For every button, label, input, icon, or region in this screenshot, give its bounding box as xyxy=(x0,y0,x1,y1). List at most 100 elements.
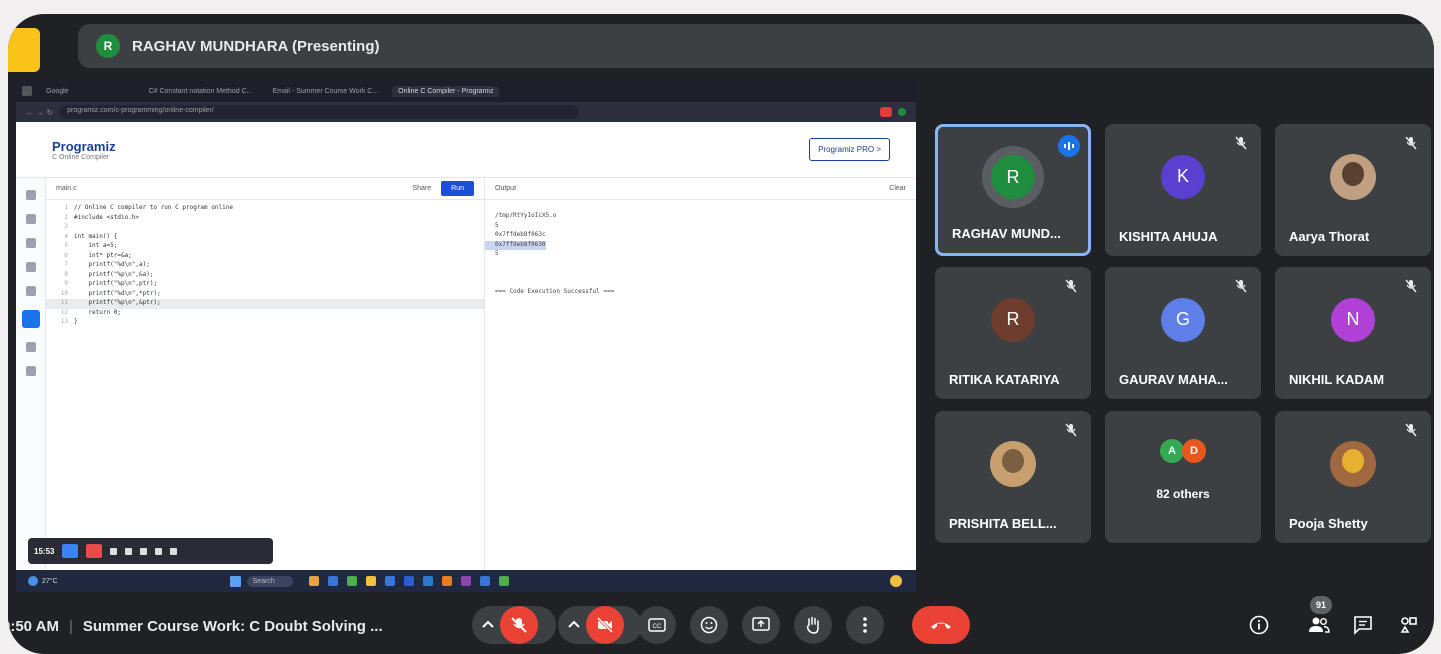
present-icon xyxy=(752,617,770,631)
participant-photo xyxy=(1330,440,1376,487)
chat-icon xyxy=(1354,616,1372,635)
code-text: printf("%d\n",*ptr); xyxy=(74,289,161,297)
code-line: 12 return 0; xyxy=(46,309,484,319)
output-row xyxy=(485,261,916,271)
code-line: 11 printf("%p\n",&ptr); xyxy=(46,299,484,309)
participant-tile[interactable]: R RITIKA KATARIYA xyxy=(935,267,1091,399)
code-line: 4 int main() { xyxy=(46,233,484,243)
address-bar: ← → ↻ programiz.com/c-programming/online… xyxy=(16,102,916,122)
code-lines: 1 // Online C compiler to run C program o… xyxy=(46,200,484,328)
participant-tile[interactable]: Aarya Thorat xyxy=(1275,124,1431,256)
camera-toggle-button[interactable] xyxy=(586,606,624,644)
chevron-up-icon xyxy=(482,620,494,628)
browser-tab-active: Online C Compiler - Programiz xyxy=(392,85,500,97)
output-label: Output xyxy=(495,185,517,192)
participant-tile[interactable]: A D 82 others xyxy=(1105,411,1261,543)
code-text: int* ptr=&a; xyxy=(74,251,132,259)
code-text: printf("%d\n",a); xyxy=(74,261,150,268)
extension-icon xyxy=(880,107,892,117)
code-line: 7 printf("%d\n",a); xyxy=(46,261,484,271)
others-avatars: AD xyxy=(1160,438,1206,463)
participant-name: KISHITA AHUJA xyxy=(1119,229,1218,244)
code-text: int a=5; xyxy=(74,242,118,249)
end-call-icon xyxy=(931,622,951,629)
code-line: 1 // Online C compiler to run C program o… xyxy=(46,204,484,214)
lang-icon xyxy=(25,214,36,224)
taskbar-app-icon xyxy=(498,576,509,586)
captions-button[interactable]: CC xyxy=(638,606,676,644)
code-editor: main.c Share Run 1 // Online C compiler t… xyxy=(46,178,484,592)
participant-tile[interactable]: K KISHITA AHUJA xyxy=(1105,124,1261,256)
lang-c-icon xyxy=(21,310,40,328)
muted-mic-icon xyxy=(1065,423,1077,437)
participant-avatar: N xyxy=(1331,297,1375,342)
participant-tile[interactable]: R RAGHAV MUND... xyxy=(935,124,1091,256)
people-button[interactable] xyxy=(1306,612,1332,638)
participant-tile[interactable]: N NIKHIL KADAM xyxy=(1275,267,1431,399)
taskbar-app-icon xyxy=(327,576,338,586)
line-number: 10 xyxy=(60,289,68,297)
others-label: 82 others xyxy=(1156,487,1210,501)
muted-mic-icon xyxy=(1235,279,1247,293)
browser-tabs: Google C# Constant notation Method C... … xyxy=(16,80,916,102)
participant-avatar: G xyxy=(1161,297,1205,342)
weather-text: 27°C xyxy=(42,577,58,585)
mail-icon xyxy=(479,576,490,586)
participant-tile[interactable]: G GAURAV MAHA... xyxy=(1105,267,1261,399)
code-line: 13} xyxy=(46,318,484,328)
output-line: === Code Execution Successful === xyxy=(495,288,615,295)
line-number: 9 xyxy=(64,280,68,287)
editor-header: main.c Share Run xyxy=(46,178,484,200)
code-text: printf("%p\n",&a); xyxy=(74,270,154,278)
people-icon xyxy=(1309,617,1330,633)
app-logo xyxy=(8,28,40,72)
windows-taskbar: 27°C Search xyxy=(16,570,916,592)
output-row: /tmp/RtYyIoIcX5.o xyxy=(485,204,916,219)
svg-text:CC: CC xyxy=(653,624,662,630)
meeting-info: 0:50 AM | Summer Course Work: C Doubt Solv… xyxy=(8,618,383,635)
code-text: #include <stdio.h> xyxy=(74,213,140,221)
participant-name: Pooja Shetty xyxy=(1289,516,1368,531)
muted-mic-icon xyxy=(1065,279,1077,293)
line-number: 7 xyxy=(64,261,68,268)
mic-toggle-button[interactable] xyxy=(500,606,538,644)
present-button[interactable] xyxy=(742,606,780,644)
code-line: 2 #include <stdio.h> xyxy=(46,214,484,224)
site-header: Programiz C Online Compiler Programiz PR… xyxy=(16,122,916,178)
output-row: 0x7ffdeb8f0630 xyxy=(485,233,916,250)
meeting-details-button[interactable] xyxy=(1246,612,1272,638)
code-text: printf("%p\n",&ptr); xyxy=(74,299,161,306)
muted-mic-icon xyxy=(1405,136,1417,150)
meeting-time: 0:50 AM xyxy=(8,617,59,635)
muted-mic-icon xyxy=(1235,136,1247,150)
tray-icon xyxy=(890,575,902,587)
file-explorer-icon xyxy=(308,576,319,586)
lang-icon xyxy=(25,238,36,248)
participant-photo xyxy=(1330,153,1376,200)
chat-button[interactable] xyxy=(1350,612,1376,638)
info-icon xyxy=(1249,615,1269,635)
participant-avatar: R xyxy=(991,297,1035,342)
line-number: 11 xyxy=(60,299,68,306)
activities-icon xyxy=(1400,617,1417,633)
emoji-button[interactable] xyxy=(690,606,728,644)
code-line: 8 printf("%p\n",&a); xyxy=(46,271,484,281)
more-options-button[interactable] xyxy=(846,606,884,644)
lang-icon xyxy=(25,366,36,376)
participant-photo xyxy=(990,440,1036,487)
activities-button[interactable] xyxy=(1396,612,1422,638)
lang-icon xyxy=(25,286,36,296)
code-line: 5 int a=5; xyxy=(46,242,484,252)
participant-tile[interactable]: Pooja Shetty xyxy=(1275,411,1431,543)
mic-icon xyxy=(125,547,133,555)
raise-hand-button[interactable] xyxy=(794,606,832,644)
leave-call-button[interactable] xyxy=(912,606,970,644)
output-header: Output Clear xyxy=(485,178,916,200)
emoji-icon xyxy=(700,616,718,634)
edge-icon xyxy=(422,576,433,586)
hand-icon xyxy=(806,616,819,634)
browser-menu-icon xyxy=(22,86,32,96)
participant-tile[interactable]: PRISHITA BELL... xyxy=(935,411,1091,543)
presenter-title: RAGHAV MUNDHARA (Presenting) xyxy=(132,37,380,55)
code-text: int main() { xyxy=(74,232,118,240)
